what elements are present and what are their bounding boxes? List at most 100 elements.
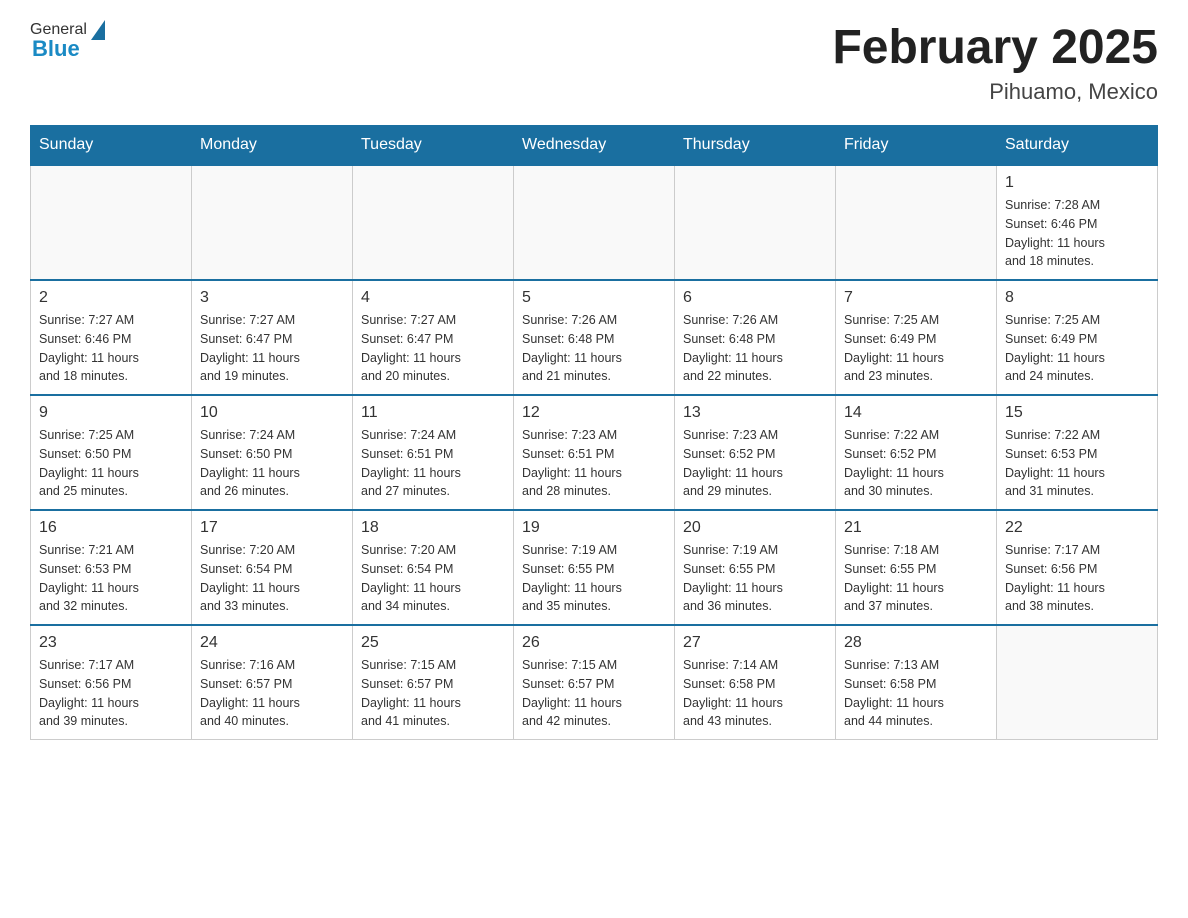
day-info: Sunrise: 7:26 AM Sunset: 6:48 PM Dayligh… xyxy=(522,311,666,386)
day-info: Sunrise: 7:25 AM Sunset: 6:49 PM Dayligh… xyxy=(1005,311,1149,386)
day-number: 17 xyxy=(200,519,344,537)
table-row xyxy=(192,165,353,280)
table-row: 7 Sunrise: 7:25 AM Sunset: 6:49 PM Daylig… xyxy=(836,280,997,395)
table-row: 26 Sunrise: 7:15 AM Sunset: 6:57 PM Dayli… xyxy=(514,625,675,740)
table-row: 23 Sunrise: 7:17 AM Sunset: 6:56 PM Dayli… xyxy=(31,625,192,740)
table-row: 22 Sunrise: 7:17 AM Sunset: 6:56 PM Dayli… xyxy=(997,510,1158,625)
week-row-2: 9 Sunrise: 7:25 AM Sunset: 6:50 PM Daylig… xyxy=(31,395,1158,510)
table-row xyxy=(675,165,836,280)
day-number: 4 xyxy=(361,289,505,307)
table-row: 24Sunrise: 7:16 AM Sunset: 6:57 PM Dayli… xyxy=(192,625,353,740)
day-number: 5 xyxy=(522,289,666,307)
table-row: 19 Sunrise: 7:19 AM Sunset: 6:55 PM Dayli… xyxy=(514,510,675,625)
day-info: Sunrise: 7:21 AM Sunset: 6:53 PM Dayligh… xyxy=(39,541,183,616)
day-info: Sunrise: 7:25 AM Sunset: 6:50 PM Dayligh… xyxy=(39,426,183,501)
day-info: Sunrise: 7:14 AM Sunset: 6:58 PM Dayligh… xyxy=(683,656,827,731)
day-info: Sunrise: 7:20 AM Sunset: 6:54 PM Dayligh… xyxy=(200,541,344,616)
day-number: 27 xyxy=(683,634,827,652)
day-number: 28 xyxy=(844,634,988,652)
day-info: Sunrise: 7:19 AM Sunset: 6:55 PM Dayligh… xyxy=(522,541,666,616)
day-number: 1 xyxy=(1005,174,1149,192)
day-number: 6 xyxy=(683,289,827,307)
table-row: 6 Sunrise: 7:26 AM Sunset: 6:48 PM Daylig… xyxy=(675,280,836,395)
week-row-3: 16 Sunrise: 7:21 AM Sunset: 6:53 PM Dayli… xyxy=(31,510,1158,625)
day-number: 3 xyxy=(200,289,344,307)
table-row: 12 Sunrise: 7:23 AM Sunset: 6:51 PM Dayli… xyxy=(514,395,675,510)
day-number: 16 xyxy=(39,519,183,537)
table-row: 4 Sunrise: 7:27 AM Sunset: 6:47 PM Daylig… xyxy=(353,280,514,395)
logo-triangle-icon xyxy=(91,20,105,40)
table-row xyxy=(353,165,514,280)
day-number: 12 xyxy=(522,404,666,422)
logo: General Blue xyxy=(30,20,107,62)
day-number: 11 xyxy=(361,404,505,422)
day-info: Sunrise: 7:28 AM Sunset: 6:46 PM Dayligh… xyxy=(1005,196,1149,271)
table-row: 10 Sunrise: 7:24 AM Sunset: 6:50 PM Dayli… xyxy=(192,395,353,510)
col-monday: Monday xyxy=(192,126,353,166)
day-info: Sunrise: 7:17 AM Sunset: 6:56 PM Dayligh… xyxy=(39,656,183,731)
day-number: 18 xyxy=(361,519,505,537)
day-number: 15 xyxy=(1005,404,1149,422)
table-row: 17 Sunrise: 7:20 AM Sunset: 6:54 PM Dayli… xyxy=(192,510,353,625)
day-number: 20 xyxy=(683,519,827,537)
day-number: 23 xyxy=(39,634,183,652)
day-number: 25 xyxy=(361,634,505,652)
week-row-0: 1 Sunrise: 7:28 AM Sunset: 6:46 PM Daylig… xyxy=(31,165,1158,280)
day-number: 7 xyxy=(844,289,988,307)
table-row: 8 Sunrise: 7:25 AM Sunset: 6:49 PM Daylig… xyxy=(997,280,1158,395)
day-number: 21 xyxy=(844,519,988,537)
week-row-1: 2Sunrise: 7:27 AM Sunset: 6:46 PM Daylig… xyxy=(31,280,1158,395)
day-info: Sunrise: 7:25 AM Sunset: 6:49 PM Dayligh… xyxy=(844,311,988,386)
table-row: 18 Sunrise: 7:20 AM Sunset: 6:54 PM Dayli… xyxy=(353,510,514,625)
day-number: 14 xyxy=(844,404,988,422)
table-row: 28 Sunrise: 7:13 AM Sunset: 6:58 PM Dayli… xyxy=(836,625,997,740)
day-info: Sunrise: 7:15 AM Sunset: 6:57 PM Dayligh… xyxy=(522,656,666,731)
table-row: 11 Sunrise: 7:24 AM Sunset: 6:51 PM Dayli… xyxy=(353,395,514,510)
week-row-4: 23 Sunrise: 7:17 AM Sunset: 6:56 PM Dayli… xyxy=(31,625,1158,740)
day-number: 9 xyxy=(39,404,183,422)
col-friday: Friday xyxy=(836,126,997,166)
table-row xyxy=(836,165,997,280)
table-row: 15 Sunrise: 7:22 AM Sunset: 6:53 PM Dayli… xyxy=(997,395,1158,510)
day-info: Sunrise: 7:27 AM Sunset: 6:47 PM Dayligh… xyxy=(361,311,505,386)
table-row: 21 Sunrise: 7:18 AM Sunset: 6:55 PM Dayli… xyxy=(836,510,997,625)
day-number: 8 xyxy=(1005,289,1149,307)
day-number: 26 xyxy=(522,634,666,652)
day-info: Sunrise: 7:22 AM Sunset: 6:53 PM Dayligh… xyxy=(1005,426,1149,501)
day-number: 2 xyxy=(39,289,183,307)
day-number: 10 xyxy=(200,404,344,422)
table-row: 5 Sunrise: 7:26 AM Sunset: 6:48 PM Daylig… xyxy=(514,280,675,395)
day-info: Sunrise: 7:26 AM Sunset: 6:48 PM Dayligh… xyxy=(683,311,827,386)
table-row: 20Sunrise: 7:19 AM Sunset: 6:55 PM Dayli… xyxy=(675,510,836,625)
day-number: 13 xyxy=(683,404,827,422)
day-info: Sunrise: 7:16 AM Sunset: 6:57 PM Dayligh… xyxy=(200,656,344,731)
calendar-table: Sunday Monday Tuesday Wednesday Thursday… xyxy=(30,125,1158,740)
day-info: Sunrise: 7:15 AM Sunset: 6:57 PM Dayligh… xyxy=(361,656,505,731)
month-title: February 2025 xyxy=(832,20,1158,75)
col-wednesday: Wednesday xyxy=(514,126,675,166)
day-info: Sunrise: 7:23 AM Sunset: 6:52 PM Dayligh… xyxy=(683,426,827,501)
day-info: Sunrise: 7:13 AM Sunset: 6:58 PM Dayligh… xyxy=(844,656,988,731)
col-thursday: Thursday xyxy=(675,126,836,166)
calendar-header-row: Sunday Monday Tuesday Wednesday Thursday… xyxy=(31,126,1158,166)
col-saturday: Saturday xyxy=(997,126,1158,166)
day-info: Sunrise: 7:18 AM Sunset: 6:55 PM Dayligh… xyxy=(844,541,988,616)
table-row: 16 Sunrise: 7:21 AM Sunset: 6:53 PM Dayli… xyxy=(31,510,192,625)
table-row: 1 Sunrise: 7:28 AM Sunset: 6:46 PM Daylig… xyxy=(997,165,1158,280)
page-header: General Blue February 2025 Pihuamo, Mexi… xyxy=(30,20,1158,105)
table-row xyxy=(997,625,1158,740)
day-info: Sunrise: 7:23 AM Sunset: 6:51 PM Dayligh… xyxy=(522,426,666,501)
table-row: 25 Sunrise: 7:15 AM Sunset: 6:57 PM Dayli… xyxy=(353,625,514,740)
day-info: Sunrise: 7:24 AM Sunset: 6:50 PM Dayligh… xyxy=(200,426,344,501)
day-info: Sunrise: 7:20 AM Sunset: 6:54 PM Dayligh… xyxy=(361,541,505,616)
day-info: Sunrise: 7:17 AM Sunset: 6:56 PM Dayligh… xyxy=(1005,541,1149,616)
table-row: 2Sunrise: 7:27 AM Sunset: 6:46 PM Daylig… xyxy=(31,280,192,395)
day-info: Sunrise: 7:27 AM Sunset: 6:47 PM Dayligh… xyxy=(200,311,344,386)
day-info: Sunrise: 7:24 AM Sunset: 6:51 PM Dayligh… xyxy=(361,426,505,501)
table-row: 13 Sunrise: 7:23 AM Sunset: 6:52 PM Dayli… xyxy=(675,395,836,510)
day-number: 22 xyxy=(1005,519,1149,537)
day-number: 19 xyxy=(522,519,666,537)
table-row: 3 Sunrise: 7:27 AM Sunset: 6:47 PM Daylig… xyxy=(192,280,353,395)
table-row: 9 Sunrise: 7:25 AM Sunset: 6:50 PM Daylig… xyxy=(31,395,192,510)
table-row: 27 Sunrise: 7:14 AM Sunset: 6:58 PM Dayli… xyxy=(675,625,836,740)
